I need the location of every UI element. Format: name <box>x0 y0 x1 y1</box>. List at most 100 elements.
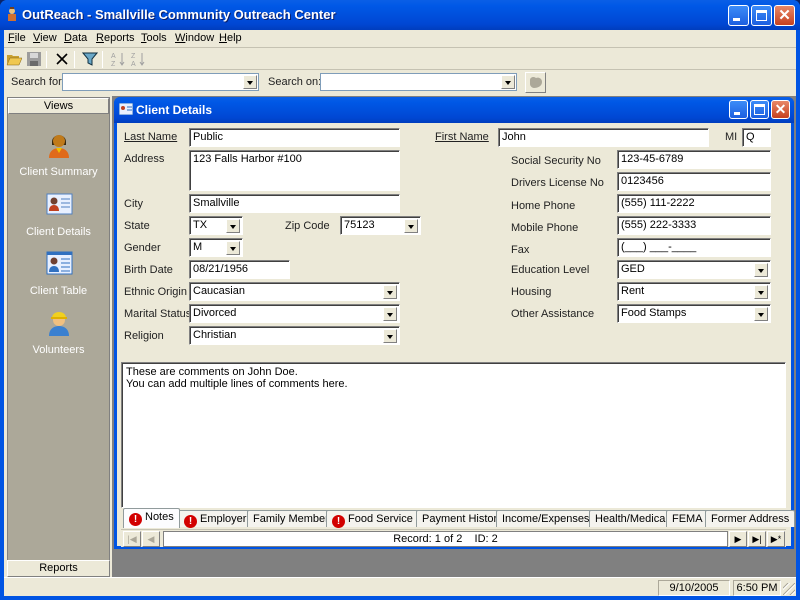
sort-ascending-icon[interactable]: AZ <box>110 51 126 67</box>
chevron-down-icon[interactable] <box>226 219 240 233</box>
view-client-table[interactable]: Client Table <box>8 247 109 297</box>
ssn-label: Social Security No <box>511 155 601 167</box>
zip-code-select[interactable]: 75123 <box>340 216 421 235</box>
search-go-button[interactable] <box>525 72 546 93</box>
main-client-area: File View Data Reports Tools Window Help… <box>4 30 796 596</box>
fax-field[interactable]: (___) ___-____ <box>617 238 771 257</box>
address-label: Address <box>124 153 165 165</box>
save-icon[interactable] <box>26 51 42 67</box>
chevron-down-icon[interactable] <box>404 219 418 233</box>
first-name-label: First Name <box>435 131 489 143</box>
tab-food-service[interactable]: ! Food Service <box>326 510 419 528</box>
ssn-field[interactable]: 123-45-6789 <box>617 150 771 169</box>
menu-data[interactable]: Data <box>64 32 87 44</box>
drivers-license-label: Drivers License No <box>511 177 604 189</box>
chevron-down-icon[interactable] <box>383 329 397 343</box>
sort-descending-icon[interactable]: ZA <box>130 51 146 67</box>
svg-text:A: A <box>111 53 116 60</box>
reports-button[interactable]: Reports <box>7 560 110 577</box>
fax-label: Fax <box>511 244 530 256</box>
tab-fema[interactable]: FEMA <box>666 510 709 527</box>
view-volunteers[interactable]: Volunteers <box>8 306 109 356</box>
filter-icon[interactable] <box>82 51 98 67</box>
tab-former-address[interactable]: Former Address <box>705 510 796 527</box>
address-field[interactable]: 123 Falls Harbor #100 <box>189 150 400 191</box>
menu-reports[interactable]: Reports <box>96 32 135 44</box>
chevron-down-icon[interactable] <box>754 307 768 321</box>
religion-label: Religion <box>124 330 164 342</box>
other-assistance-select[interactable]: Food Stamps <box>617 304 771 323</box>
view-client-summary[interactable]: Client Summary <box>8 128 109 178</box>
birth-date-field[interactable]: 08/21/1956 <box>189 260 290 279</box>
views-header[interactable]: Views <box>8 98 109 114</box>
chevron-down-icon[interactable] <box>243 75 257 89</box>
status-bar: 9/10/2005 6:50 PM <box>4 577 796 596</box>
drivers-license-field[interactable]: 0123456 <box>617 172 771 191</box>
child-close-button[interactable]: ✕ <box>771 100 790 119</box>
chevron-down-icon[interactable] <box>754 285 768 299</box>
close-button[interactable]: ✕ <box>774 5 795 26</box>
menu-tools[interactable]: Tools <box>141 32 167 44</box>
minimize-button[interactable] <box>728 5 749 26</box>
first-name-field[interactable]: John <box>498 128 709 147</box>
tab-notes[interactable]: ! Notes <box>123 508 180 528</box>
tab-income-expenses[interactable]: Income/Expenses <box>496 510 596 527</box>
notes-textarea[interactable]: These are comments on John Doe. You can … <box>121 362 786 508</box>
last-name-field[interactable]: Public <box>189 128 400 147</box>
home-phone-label: Home Phone <box>511 200 576 212</box>
tab-payment-history[interactable]: Payment History <box>416 510 509 527</box>
svg-text:Z: Z <box>111 61 116 67</box>
search-for-input[interactable] <box>62 73 259 91</box>
previous-record-button[interactable]: ◀ <box>142 531 160 547</box>
religion-select[interactable]: Christian <box>189 326 400 345</box>
mi-field[interactable]: Q <box>742 128 771 147</box>
svg-text:Z: Z <box>131 53 136 60</box>
next-record-button[interactable]: ▶ <box>729 531 747 547</box>
chevron-down-icon[interactable] <box>501 75 515 89</box>
resize-grip[interactable] <box>783 583 795 595</box>
client-details-title: Client Details <box>136 103 213 117</box>
last-record-button[interactable]: ▶| <box>748 531 766 547</box>
delete-icon[interactable] <box>54 51 70 67</box>
toolbar-separator <box>74 51 75 68</box>
maximize-button[interactable] <box>751 5 772 26</box>
svg-text:A: A <box>131 61 136 67</box>
view-client-details[interactable]: Client Details <box>8 188 109 238</box>
home-phone-field[interactable]: (555) 111-2222 <box>617 194 771 213</box>
menu-view[interactable]: View <box>33 32 57 44</box>
search-on-select[interactable] <box>320 73 517 91</box>
app-window: OutReach - Smallville Community Outreach… <box>0 0 800 600</box>
ethnic-origin-select[interactable]: Caucasian <box>189 282 400 301</box>
mi-label: MI <box>725 131 738 143</box>
housing-select[interactable]: Rent <box>617 282 771 301</box>
state-label: State <box>124 220 150 232</box>
views-panel: Views Client Summary Client Details Clie… <box>7 97 110 577</box>
marital-status-label: Marital Status <box>124 308 192 320</box>
menu-bar: File View Data Reports Tools Window Help <box>4 30 796 48</box>
status-time: 6:50 PM <box>733 580 781 596</box>
tab-health-medical[interactable]: Health/Medical <box>589 510 674 527</box>
chevron-down-icon[interactable] <box>383 285 397 299</box>
child-maximize-button[interactable] <box>750 100 769 119</box>
city-field[interactable]: Smallville <box>189 194 400 213</box>
open-folder-icon[interactable] <box>6 51 22 67</box>
menu-window[interactable]: Window <box>175 32 214 44</box>
search-for-label: Search for: <box>11 76 65 88</box>
education-level-select[interactable]: GED <box>617 260 771 279</box>
toolbar-separator <box>46 51 47 68</box>
first-record-button[interactable]: |◀ <box>123 531 141 547</box>
menu-help[interactable]: Help <box>219 32 242 44</box>
search-go-icon <box>530 76 542 88</box>
mobile-phone-field[interactable]: (555) 222-3333 <box>617 216 771 235</box>
marital-status-select[interactable]: Divorced <box>189 304 400 323</box>
new-record-button[interactable]: ▶* <box>767 531 785 547</box>
state-select[interactable]: TX <box>189 216 243 235</box>
chevron-down-icon[interactable] <box>383 307 397 321</box>
menu-file[interactable]: File <box>8 32 26 44</box>
chevron-down-icon[interactable] <box>226 241 240 255</box>
contact-card-icon <box>119 103 133 115</box>
child-minimize-button[interactable] <box>729 100 748 119</box>
tab-employer[interactable]: ! Employer <box>178 510 253 528</box>
chevron-down-icon[interactable] <box>754 263 768 277</box>
gender-select[interactable]: M <box>189 238 243 257</box>
